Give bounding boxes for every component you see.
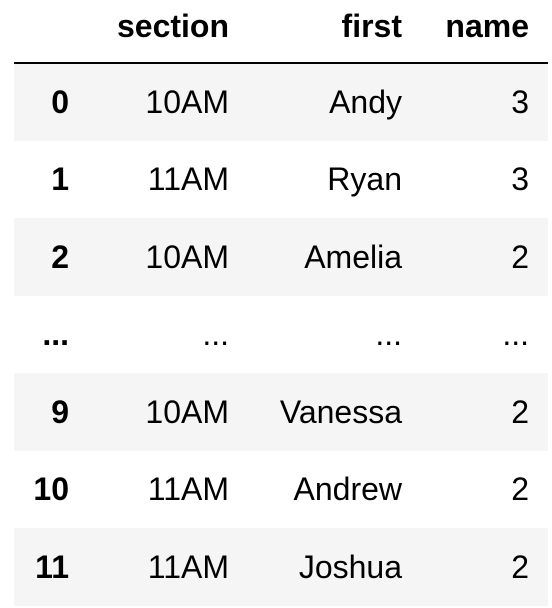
cell-first: Ryan [327, 161, 402, 198]
cell-section: 10AM [145, 238, 229, 275]
cell-name: 2 [511, 471, 529, 508]
cell-first: ... [375, 316, 402, 353]
cell-name: 2 [511, 238, 529, 275]
table-row: 11 11AM Joshua 2 [14, 528, 548, 606]
table-row: 10 11AM Andrew 2 [14, 451, 548, 529]
cell-section: 10AM [145, 393, 229, 430]
cell-name: 2 [511, 548, 529, 585]
row-index: ... [42, 316, 69, 353]
dataframe-table: section first name 0 10AM Andy 3 1 11AM … [14, 0, 548, 606]
cell-name: ... [502, 316, 529, 353]
cell-first: Andrew [293, 471, 403, 508]
table-row: 0 10AM Andy 3 [14, 63, 548, 141]
cell-section: 10AM [145, 84, 229, 121]
cell-section: 11AM [147, 161, 229, 198]
cell-first: Vanessa [279, 393, 402, 430]
row-index: 0 [51, 84, 69, 121]
cell-section: ... [202, 316, 229, 353]
table-row: 2 10AM Amelia 2 [14, 218, 548, 296]
row-index: 2 [51, 238, 69, 275]
cell-first: Joshua [298, 548, 402, 585]
row-index: 9 [51, 393, 69, 430]
cell-first: Andy [329, 84, 402, 121]
row-index: 1 [51, 161, 69, 198]
cell-name: 2 [511, 393, 529, 430]
ellipsis-row: ... ... ... ... [14, 296, 548, 374]
table-body: 0 10AM Andy 3 1 11AM Ryan 3 2 10AM Ameli… [14, 63, 548, 606]
column-header-first: first [341, 8, 402, 44]
row-index: 10 [33, 471, 69, 508]
table-header: section first name [14, 0, 548, 63]
cell-name: 3 [511, 84, 529, 121]
cell-name: 3 [511, 161, 529, 198]
table-row: 1 11AM Ryan 3 [14, 141, 548, 219]
column-header-section: section [116, 8, 229, 44]
index-header [14, 0, 88, 63]
cell-section: 11AM [147, 471, 229, 508]
cell-first: Amelia [304, 238, 402, 275]
column-header-name: name [445, 8, 529, 44]
header-row: section first name [14, 0, 548, 63]
cell-section: 11AM [147, 548, 229, 585]
row-index: 11 [35, 548, 69, 585]
dataframe-container: section first name 0 10AM Andy 3 1 11AM … [14, 0, 548, 606]
table-row: 9 10AM Vanessa 2 [14, 373, 548, 451]
